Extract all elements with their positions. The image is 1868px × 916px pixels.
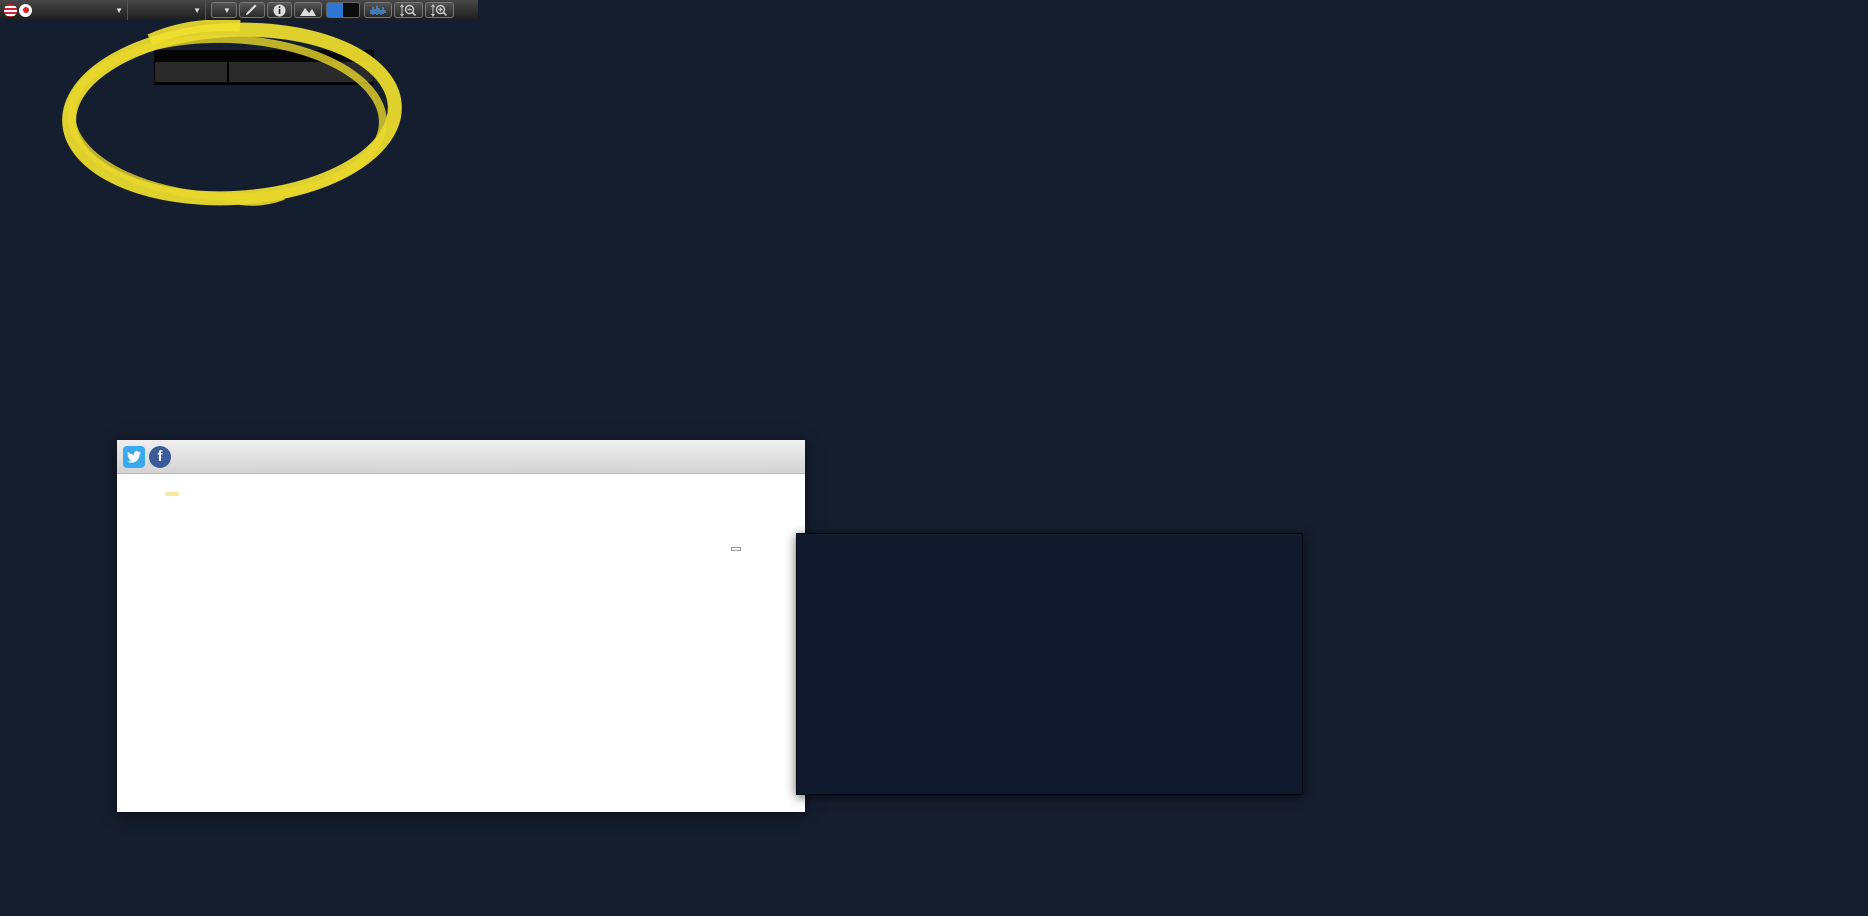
ask-button[interactable]: [343, 3, 359, 17]
orders-table[interactable]: [154, 50, 374, 85]
us10y-chart: [117, 512, 805, 812]
zoom-out-button[interactable]: [394, 2, 423, 18]
toolbar: ▼ ▼ ▼: [0, 0, 478, 20]
chevron-down-icon: ▼: [223, 6, 231, 15]
chevron-down-icon: ▼: [193, 6, 201, 15]
us10y-yield-window[interactable]: f: [117, 440, 805, 812]
zoom-inset-window[interactable]: [796, 533, 1303, 795]
inset-chart-canvas: [797, 534, 1303, 795]
zoom-in-button[interactable]: [425, 2, 454, 18]
waveform-icon: [370, 5, 386, 16]
chevron-down-icon: ▼: [115, 6, 123, 15]
pair-selector[interactable]: ▼: [0, 0, 128, 20]
mountain-icon: [300, 5, 316, 16]
indicator-panel-button[interactable]: [364, 2, 392, 18]
technical-select-button[interactable]: ▼: [211, 2, 237, 18]
twitter-icon[interactable]: [123, 446, 145, 468]
us10y-current-price-tag: [731, 547, 741, 551]
us10y-time-badge: [165, 492, 179, 496]
draw-tool-button[interactable]: [239, 2, 265, 18]
us-flag-icon: [4, 4, 17, 17]
table-header-profit: [155, 62, 229, 82]
table-top-strip: [155, 51, 373, 62]
facebook-icon[interactable]: f: [149, 446, 171, 468]
zoom-out-icon: [400, 4, 417, 17]
us10y-value-bar: [117, 474, 805, 514]
trading-app-screen: ▼ ▼ ▼: [0, 0, 1868, 916]
jp-flag-icon: [19, 4, 32, 17]
table-header-ordertime: [229, 62, 373, 82]
info-button[interactable]: [267, 2, 292, 18]
bid-button[interactable]: [327, 3, 343, 17]
table-header-row: [155, 62, 373, 84]
bid-ask-toggle: [326, 2, 360, 18]
info-icon: [273, 4, 286, 17]
us10y-header: f: [117, 440, 805, 474]
zoom-in-icon: [431, 4, 448, 17]
chart-style-button[interactable]: [294, 2, 322, 18]
pencil-icon: [245, 4, 259, 16]
timeframe-selector[interactable]: ▼: [128, 0, 206, 20]
